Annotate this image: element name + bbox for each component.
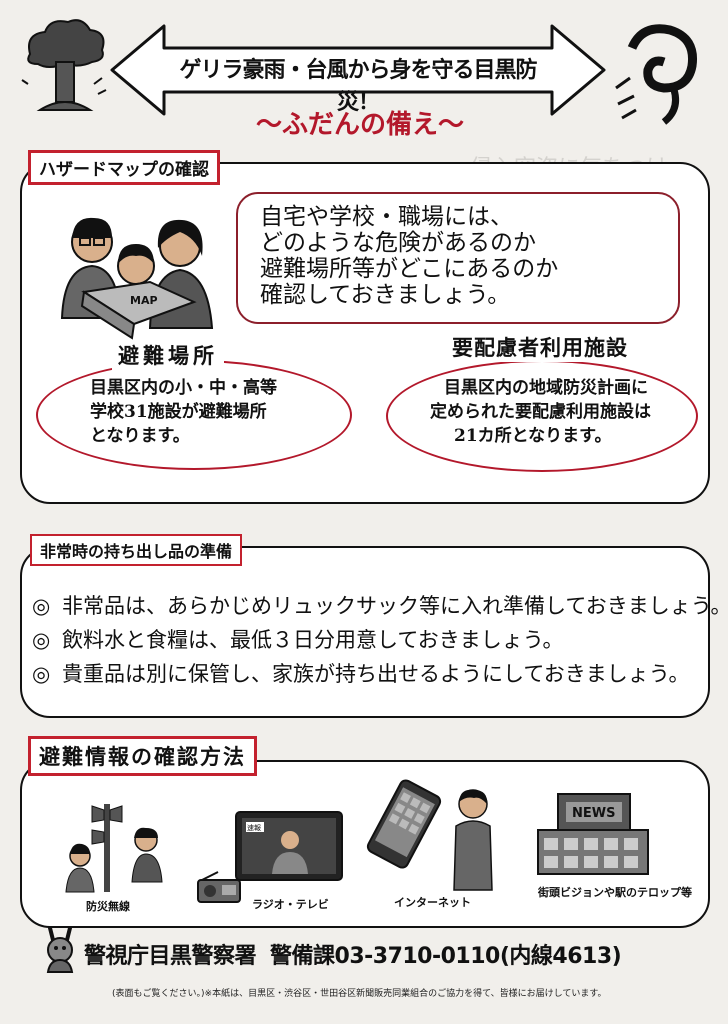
department-phone: 警備課03-3710-0110(内線4613) xyxy=(270,944,622,969)
caption-radio-tv: ラジオ・テレビ xyxy=(252,898,329,911)
page-subtitle: ～ふだんの備え～ xyxy=(255,110,464,140)
double-circle-icon: ◎ xyxy=(32,628,51,652)
list-item: ◎ 貴重品は別に保管し、家族が持ち出せるようにしておきましょう。 xyxy=(32,662,690,686)
double-circle-icon: ◎ xyxy=(32,662,51,686)
care-facility-text: 目黒区内の地域防災計画に 定められた要配慮利用施設は 21カ所となります。 xyxy=(430,376,651,448)
tv-news-flash-badge: 速報 xyxy=(247,824,261,832)
hazard-map-label: ハザードマップの確認 xyxy=(28,150,220,185)
list-item: ◎ 飲料水と食糧は、最低３日分用意しておきましょう。 xyxy=(32,628,564,652)
double-circle-icon: ◎ xyxy=(32,594,51,618)
street-news-screen-icon: NEWS xyxy=(537,793,649,875)
man-with-phone-icon xyxy=(453,789,493,891)
list-item: ◎ 非常品は、あらかじめリュックサック等に入れ準備しておきましょう。 xyxy=(32,594,728,618)
shelter-title: 避難場所 xyxy=(112,340,224,370)
caption-internet: インターネット xyxy=(394,896,471,909)
police-station-name: 警視庁目黒警察署 xyxy=(84,944,257,969)
emergency-supplies-label: 非常時の持ち出し品の準備 xyxy=(30,534,243,566)
typhoon-icon xyxy=(615,24,698,125)
care-facility-line: 定められた要配慮利用施設は xyxy=(430,402,651,422)
radio-icon xyxy=(197,871,241,903)
mushroom-cloud-icon xyxy=(21,19,107,111)
disaster-speaker-pole-icon xyxy=(65,804,163,893)
caption-street-vision: 街頭ビジョンや駅のテロップ等 xyxy=(538,886,692,899)
police-mascot-icon xyxy=(46,926,74,973)
evacuation-info-label: 避難情報の確認方法 xyxy=(28,736,257,776)
care-facility-line: 目黒区内の地域防災計画に xyxy=(444,378,648,398)
news-sign-text: NEWS xyxy=(572,806,615,821)
smartphone-icon xyxy=(366,779,442,869)
hazard-message-box: 自宅や学校・職場には、 どのような危険があるのか 避難場所等がどこにあるのか 確… xyxy=(236,192,680,324)
hazard-message-line: 避難場所等がどこにあるのか xyxy=(260,256,559,282)
footer-contact: 警視庁目黒警察署 警備課03-3710-0110(内線4613) xyxy=(84,938,635,970)
map-text: MAP xyxy=(130,294,158,307)
shelter-text: 目黒区内の小・中・高等 学校31施設が避難場所 となります。 xyxy=(90,376,277,448)
caption-wireless: 防災無線 xyxy=(86,900,130,913)
tv-icon: 速報 xyxy=(235,811,343,881)
shelter-line: となります。 xyxy=(90,426,190,446)
hazard-message-line: どのような危険があるのか xyxy=(260,230,536,256)
shelter-line: 目黒区内の小・中・高等 xyxy=(90,378,277,398)
footer-note: (表面もご覧ください。)※本紙は、目黒区・渋谷区・世田谷区新聞販売同業組合のご協… xyxy=(112,989,607,999)
shelter-line: 学校31施設が避難場所 xyxy=(90,402,267,422)
care-facility-line: 21カ所となります。 xyxy=(454,426,612,446)
hazard-message-line: 自宅や学校・職場には、 xyxy=(260,204,513,230)
family-reading-map-illustration: MAP xyxy=(60,217,214,340)
care-facility-title: 要配慮者利用施設 xyxy=(448,332,632,362)
hazard-message-line: 確認しておきましょう。 xyxy=(260,282,511,308)
